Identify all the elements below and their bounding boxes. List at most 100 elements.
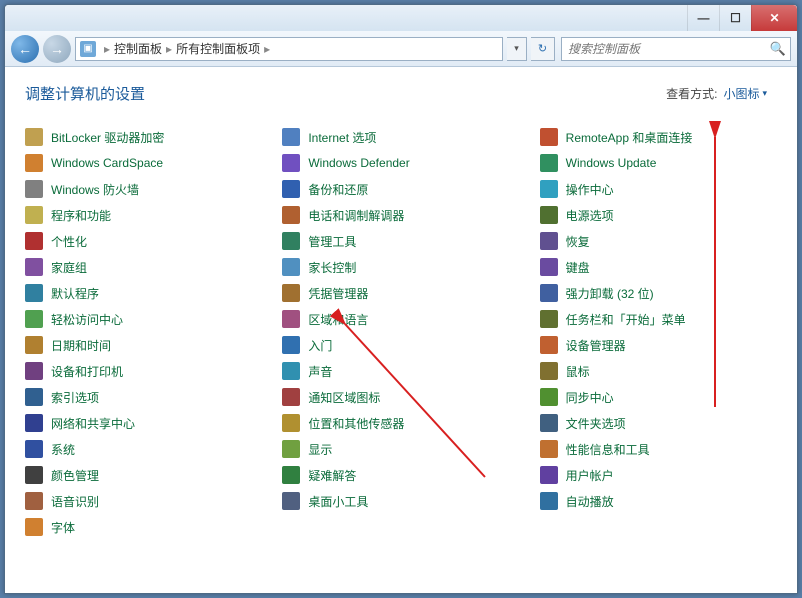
color-management-icon xyxy=(25,466,43,484)
network-sharing-icon xyxy=(25,414,43,432)
breadcrumb-dropdown[interactable]: ▾ xyxy=(507,37,527,61)
item-credential-manager[interactable]: 凭据管理器 xyxy=(282,280,519,306)
forward-button[interactable]: → xyxy=(43,35,71,63)
item-label: RemoteApp 和桌面连接 xyxy=(566,129,693,146)
item-backup-restore[interactable]: 备份和还原 xyxy=(282,176,519,202)
recovery-icon xyxy=(540,232,558,250)
item-label: 系统 xyxy=(51,441,75,458)
item-remoteapp[interactable]: RemoteApp 和桌面连接 xyxy=(540,124,777,150)
item-bitlocker[interactable]: BitLocker 驱动器加密 xyxy=(25,124,262,150)
view-by-dropdown[interactable]: 小图标 xyxy=(723,85,767,102)
system-icon xyxy=(25,440,43,458)
item-internet-options[interactable]: Internet 选项 xyxy=(282,124,519,150)
item-troubleshooting[interactable]: 疑难解答 xyxy=(282,462,519,488)
breadcrumb-part[interactable]: 控制面板 xyxy=(114,40,162,57)
item-personalization[interactable]: 个性化 xyxy=(25,228,262,254)
search-box[interactable]: 🔍 xyxy=(561,37,791,61)
breadcrumb[interactable]: ▣ ▸ 控制面板 ▸ 所有控制面板项 ▸ xyxy=(75,37,503,61)
getting-started-icon xyxy=(282,336,300,354)
item-homegroup[interactable]: 家庭组 xyxy=(25,254,262,280)
refresh-button[interactable]: ↻ xyxy=(531,37,555,61)
notification-icons-icon xyxy=(282,388,300,406)
close-button[interactable] xyxy=(751,5,797,31)
item-programs-features[interactable]: 程序和功能 xyxy=(25,202,262,228)
internet-options-icon xyxy=(282,128,300,146)
item-label: Windows Update xyxy=(566,156,657,170)
back-button[interactable]: ← xyxy=(11,35,39,63)
cardspace-icon xyxy=(25,154,43,172)
item-autoplay[interactable]: 自动播放 xyxy=(540,488,777,514)
item-network-sharing[interactable]: 网络和共享中心 xyxy=(25,410,262,436)
item-label: 强力卸载 (32 位) xyxy=(566,285,654,302)
performance-tools-icon xyxy=(540,440,558,458)
item-label: 操作中心 xyxy=(566,181,614,198)
item-label: BitLocker 驱动器加密 xyxy=(51,129,164,146)
item-devices-printers[interactable]: 设备和打印机 xyxy=(25,358,262,384)
item-label: 电源选项 xyxy=(566,207,614,224)
items-grid: BitLocker 驱动器加密 Internet 选项 RemoteApp 和桌面连… xyxy=(23,120,779,544)
item-folder-options[interactable]: 文件夹选项 xyxy=(540,410,777,436)
item-device-manager[interactable]: 设备管理器 xyxy=(540,332,777,358)
item-label: 字体 xyxy=(51,519,75,536)
user-accounts-icon xyxy=(540,466,558,484)
item-color-management[interactable]: 颜色管理 xyxy=(25,462,262,488)
minimize-button[interactable] xyxy=(687,5,719,31)
item-parental-controls[interactable]: 家长控制 xyxy=(282,254,519,280)
item-display[interactable]: 显示 xyxy=(282,436,519,462)
item-fonts[interactable]: 字体 xyxy=(25,514,262,540)
item-label: 颜色管理 xyxy=(51,467,99,484)
taskbar-start-icon xyxy=(540,310,558,328)
item-windows-update[interactable]: Windows Update xyxy=(540,150,777,176)
item-date-time[interactable]: 日期和时间 xyxy=(25,332,262,358)
item-user-accounts[interactable]: 用户帐户 xyxy=(540,462,777,488)
item-cardspace[interactable]: Windows CardSpace xyxy=(25,150,262,176)
personalization-icon xyxy=(25,232,43,250)
phone-modem-icon xyxy=(282,206,300,224)
item-speech-recognition[interactable]: 语音识别 xyxy=(25,488,262,514)
item-desktop-gadgets[interactable]: 桌面小工具 xyxy=(282,488,519,514)
item-defender[interactable]: Windows Defender xyxy=(282,150,519,176)
credential-manager-icon xyxy=(282,284,300,302)
item-mouse[interactable]: 鼠标 xyxy=(540,358,777,384)
chevron-right-icon: ▸ xyxy=(262,42,272,56)
defender-icon xyxy=(282,154,300,172)
item-indexing-options[interactable]: 索引选项 xyxy=(25,384,262,410)
maximize-button[interactable] xyxy=(719,5,751,31)
item-region-language[interactable]: 区域和语言 xyxy=(282,306,519,332)
item-firewall[interactable]: Windows 防火墙 xyxy=(25,176,262,202)
item-notification-icons[interactable]: 通知区域图标 xyxy=(282,384,519,410)
item-sound[interactable]: 声音 xyxy=(282,358,519,384)
item-force-uninstall-32[interactable]: 强力卸载 (32 位) xyxy=(540,280,777,306)
item-keyboard[interactable]: 键盘 xyxy=(540,254,777,280)
item-ease-of-access[interactable]: 轻松访问中心 xyxy=(25,306,262,332)
breadcrumb-part[interactable]: 所有控制面板项 xyxy=(176,40,260,57)
firewall-icon xyxy=(25,180,43,198)
item-label: 恢复 xyxy=(566,233,590,250)
programs-features-icon xyxy=(25,206,43,224)
admin-tools-icon xyxy=(282,232,300,250)
sound-icon xyxy=(282,362,300,380)
date-time-icon xyxy=(25,336,43,354)
item-phone-modem[interactable]: 电话和调制解调器 xyxy=(282,202,519,228)
search-input[interactable] xyxy=(562,42,766,56)
location-sensors-icon xyxy=(282,414,300,432)
item-action-center[interactable]: 操作中心 xyxy=(540,176,777,202)
item-location-sensors[interactable]: 位置和其他传感器 xyxy=(282,410,519,436)
folder-options-icon xyxy=(540,414,558,432)
ease-of-access-icon xyxy=(25,310,43,328)
item-power-options[interactable]: 电源选项 xyxy=(540,202,777,228)
search-icon[interactable]: 🔍 xyxy=(766,41,790,57)
content-header: 调整计算机的设置 查看方式: 小图标 xyxy=(23,79,779,120)
item-label: 默认程序 xyxy=(51,285,99,302)
homegroup-icon xyxy=(25,258,43,276)
item-recovery[interactable]: 恢复 xyxy=(540,228,777,254)
item-performance-tools[interactable]: 性能信息和工具 xyxy=(540,436,777,462)
item-taskbar-start[interactable]: 任务栏和「开始」菜单 xyxy=(540,306,777,332)
item-sync-center[interactable]: 同步中心 xyxy=(540,384,777,410)
chevron-right-icon: ▸ xyxy=(164,42,174,56)
item-getting-started[interactable]: 入门 xyxy=(282,332,519,358)
item-system[interactable]: 系统 xyxy=(25,436,262,462)
item-default-programs[interactable]: 默认程序 xyxy=(25,280,262,306)
bitlocker-icon xyxy=(25,128,43,146)
item-admin-tools[interactable]: 管理工具 xyxy=(282,228,519,254)
